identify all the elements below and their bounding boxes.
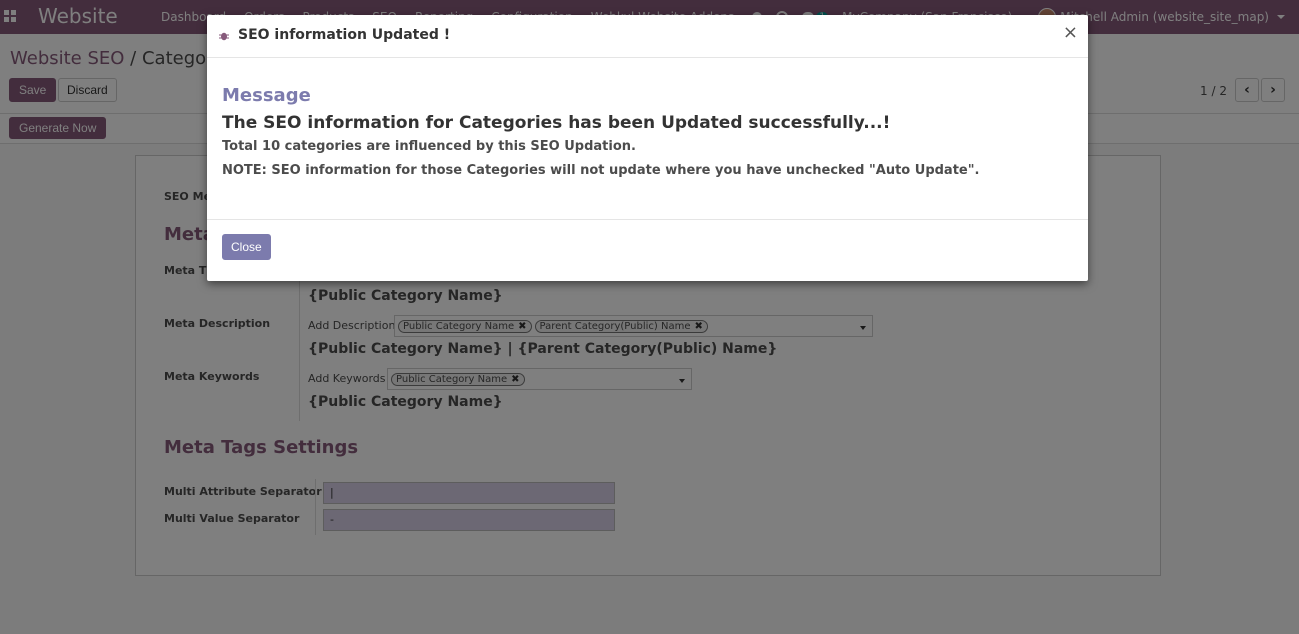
close-icon[interactable]: × (1063, 24, 1078, 42)
message-heading: Message (222, 85, 311, 106)
categories-count-message: Total 10 categories are influenced by th… (222, 139, 636, 154)
close-button[interactable]: Close (222, 234, 271, 260)
dialog-footer: Close (207, 219, 1088, 281)
bug-icon (219, 32, 229, 41)
dialog-body: Message The SEO information for Categori… (222, 85, 1072, 178)
dialog-title: SEO information Updated ! (238, 27, 451, 43)
dialog-header: SEO information Updated ! × (207, 15, 1088, 58)
auto-update-note: NOTE: SEO information for those Categori… (222, 163, 980, 178)
success-message: The SEO information for Categories has b… (222, 113, 891, 133)
seo-updated-dialog: SEO information Updated ! × Message The … (207, 15, 1088, 281)
